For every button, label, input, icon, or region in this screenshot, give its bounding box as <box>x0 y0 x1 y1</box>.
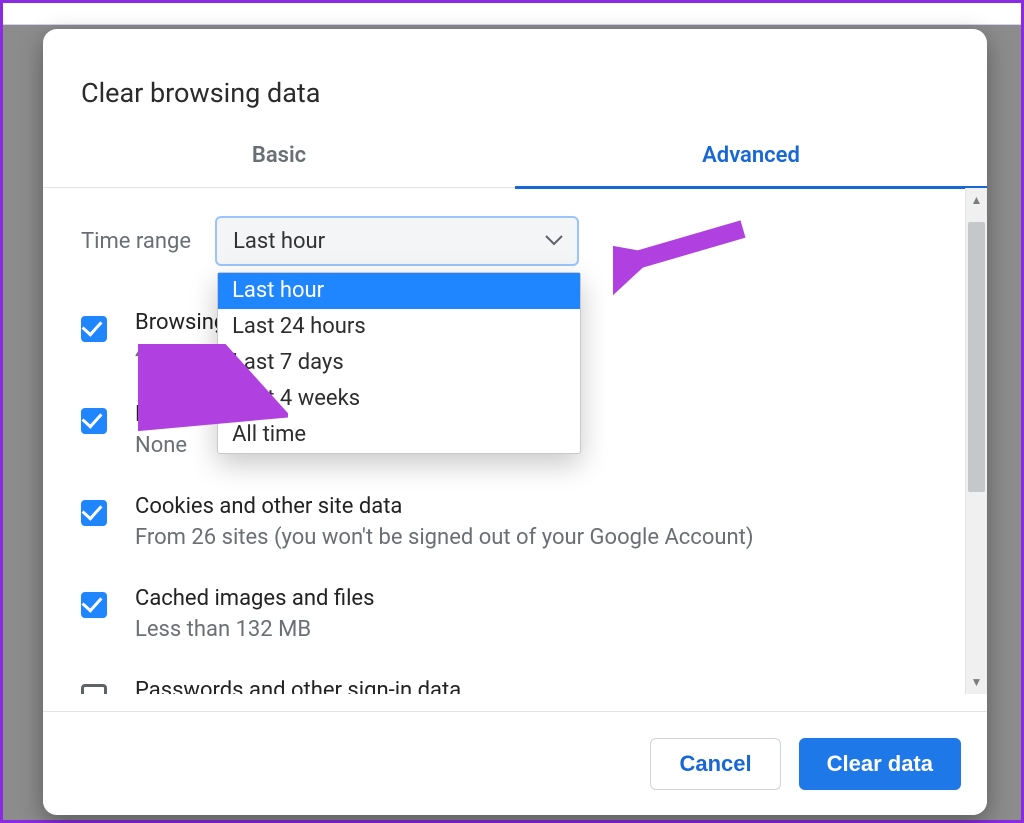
scroll-up-icon[interactable]: ▲ <box>966 190 987 210</box>
item-title: Cached images and files <box>135 586 374 611</box>
tab-basic[interactable]: Basic <box>43 143 515 187</box>
item-subtitle: From 26 sites (you won't be signed out o… <box>135 525 754 550</box>
item-title: Cookies and other site data <box>135 494 754 519</box>
chevron-down-icon <box>545 235 563 247</box>
list-item: Passwords and other sign-in data <box>81 678 959 694</box>
list-item: Cookies and other site data From 26 site… <box>81 494 959 550</box>
time-range-option[interactable]: Last hour <box>218 273 580 309</box>
time-range-label: Time range <box>81 229 191 254</box>
scrollbar-thumb[interactable] <box>968 222 985 492</box>
time-range-row: Time range Last hour Last hour Last 24 h… <box>81 216 959 266</box>
list-item: Cached images and files Less than 132 MB <box>81 586 959 642</box>
time-range-dropdown: Last hour Last 24 hours Last 7 days Last… <box>217 272 581 454</box>
dialog-title: Clear browsing data <box>43 29 987 109</box>
item-title: Passwords and other sign-in data <box>135 678 461 694</box>
checkbox-download-history[interactable] <box>81 408 107 434</box>
time-range-select[interactable]: Last hour Last hour Last 24 hours Last 7… <box>215 216 579 266</box>
dialog-body: ▲ ▼ Time range Last hour Last hour Last … <box>43 188 987 694</box>
scroll-down-icon[interactable]: ▼ <box>966 672 987 692</box>
time-range-selected-value: Last hour <box>233 229 325 254</box>
scrollbar-track[interactable]: ▲ ▼ <box>965 188 987 694</box>
checkbox-passwords[interactable] <box>81 684 107 694</box>
item-subtitle: Less than 132 MB <box>135 617 374 642</box>
time-range-option[interactable]: Last 4 weeks <box>218 381 580 417</box>
time-range-option[interactable]: Last 7 days <box>218 345 580 381</box>
dialog-footer: Cancel Clear data <box>43 711 987 815</box>
checkbox-cache[interactable] <box>81 592 107 618</box>
clear-browsing-data-dialog: Clear browsing data Basic Advanced ▲ ▼ T… <box>43 29 987 815</box>
tabs: Basic Advanced <box>43 143 987 188</box>
time-range-option[interactable]: All time <box>218 417 580 453</box>
cancel-button[interactable]: Cancel <box>650 738 780 790</box>
tab-advanced[interactable]: Advanced <box>515 143 987 189</box>
checkbox-browsing-history[interactable] <box>81 316 107 342</box>
checkbox-cookies[interactable] <box>81 500 107 526</box>
clear-data-button[interactable]: Clear data <box>799 738 961 790</box>
window-top-strip <box>3 3 1021 25</box>
time-range-option[interactable]: Last 24 hours <box>218 309 580 345</box>
